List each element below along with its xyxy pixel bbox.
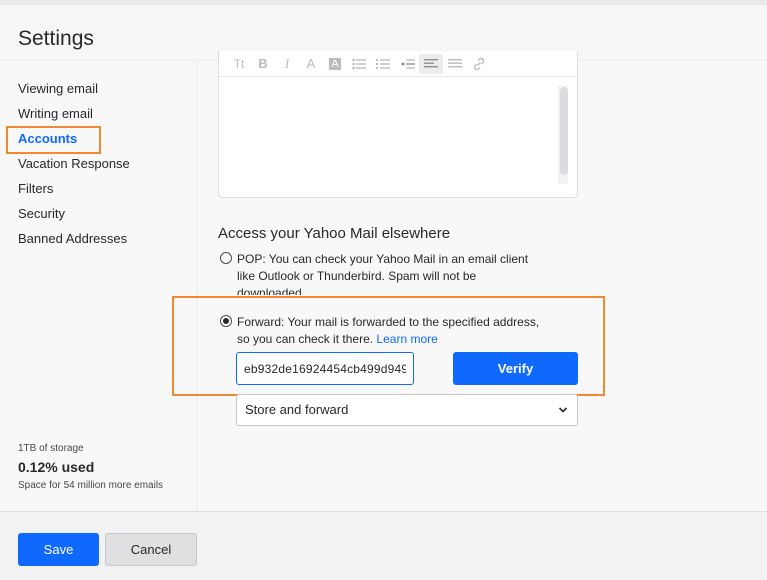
storage-info: 1TB of storage 0.12% used Space for 54 m… <box>18 443 163 491</box>
italic-icon[interactable]: I <box>275 54 299 74</box>
pop-radio[interactable] <box>220 252 232 264</box>
signature-editor[interactable]: Tt B I A A <box>218 51 578 198</box>
forward-text-line-1: Forward: Your mail is forwarded to the s… <box>237 315 540 329</box>
accounts-highlight-box <box>6 126 101 154</box>
pop-option-text: POP: You can check your Yahoo Mail in an… <box>237 251 528 295</box>
storage-used: 0.12% used <box>18 459 95 475</box>
storage-space: Space for 54 million more emails <box>18 480 164 491</box>
editor-toolbar: Tt B I A A <box>219 51 577 77</box>
sidebar-item-vacation-response[interactable]: Vacation Response <box>18 156 130 181</box>
cancel-button[interactable]: Cancel <box>105 533 197 566</box>
learn-more-link[interactable]: Learn more <box>376 332 437 346</box>
align-left-icon[interactable] <box>419 53 443 74</box>
sidebar-item-viewing-email[interactable]: Viewing email <box>18 81 130 106</box>
settings-nav: Viewing email Writing email Accounts Vac… <box>18 81 130 256</box>
highlight-icon[interactable]: A <box>323 54 347 74</box>
chevron-down-icon <box>558 395 568 437</box>
text-color-icon[interactable]: A <box>299 54 323 74</box>
align-justify-icon[interactable] <box>443 54 467 74</box>
save-button[interactable]: Save <box>18 533 99 566</box>
page-title: Settings <box>18 27 94 50</box>
settings-sidebar: Viewing email Writing email Accounts Vac… <box>0 61 198 511</box>
sidebar-item-security[interactable]: Security <box>18 206 130 231</box>
pop-text-line-2: like Outlook or Thunderbird. Spam will n… <box>237 269 477 283</box>
forward-option-text: Forward: Your mail is forwarded to the s… <box>237 314 539 348</box>
forward-text-line-2-wrap: so you can check it there. Learn more <box>237 331 539 348</box>
verify-button[interactable]: Verify <box>453 352 578 385</box>
forward-mode-select[interactable]: Store and forward <box>236 394 578 426</box>
sidebar-item-banned-addresses[interactable]: Banned Addresses <box>18 231 130 256</box>
editor-scrollbar-thumb[interactable] <box>560 87 568 175</box>
indent-list-icon[interactable] <box>395 54 419 74</box>
forward-radio[interactable] <box>220 315 232 327</box>
link-icon[interactable] <box>467 54 491 74</box>
settings-footer: Save Cancel <box>0 511 767 580</box>
sidebar-item-filters[interactable]: Filters <box>18 181 130 206</box>
storage-total: 1TB of storage <box>18 443 84 454</box>
forward-text-line-2: so you can check it there. <box>237 332 374 346</box>
settings-main: Tt B I A A Access your Yahoo Mail elsewh… <box>172 51 767 511</box>
bulleted-list-icon[interactable] <box>347 54 371 74</box>
pop-text-line-1: POP: You can check your Yahoo Mail in an… <box>237 252 529 266</box>
numbered-list-icon[interactable] <box>371 54 395 74</box>
forward-mode-value: Store and forward <box>245 402 349 417</box>
font-size-icon[interactable]: Tt <box>227 54 251 74</box>
pop-text-line-3: downloaded. <box>237 286 306 295</box>
elsewhere-section-title: Access your Yahoo Mail elsewhere <box>218 225 451 242</box>
bold-icon[interactable]: B <box>251 54 275 74</box>
forward-email-input[interactable] <box>236 352 414 385</box>
